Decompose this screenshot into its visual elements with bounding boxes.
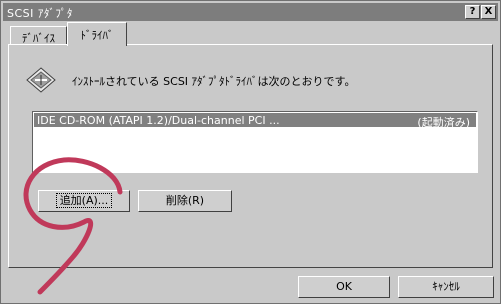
highlight-loop (23, 157, 123, 295)
tab-driver[interactable]: ﾄﾞﾗｲﾊﾞ (67, 22, 127, 46)
tab-driver-label: ﾄﾞﾗｲﾊﾞ (80, 29, 114, 42)
